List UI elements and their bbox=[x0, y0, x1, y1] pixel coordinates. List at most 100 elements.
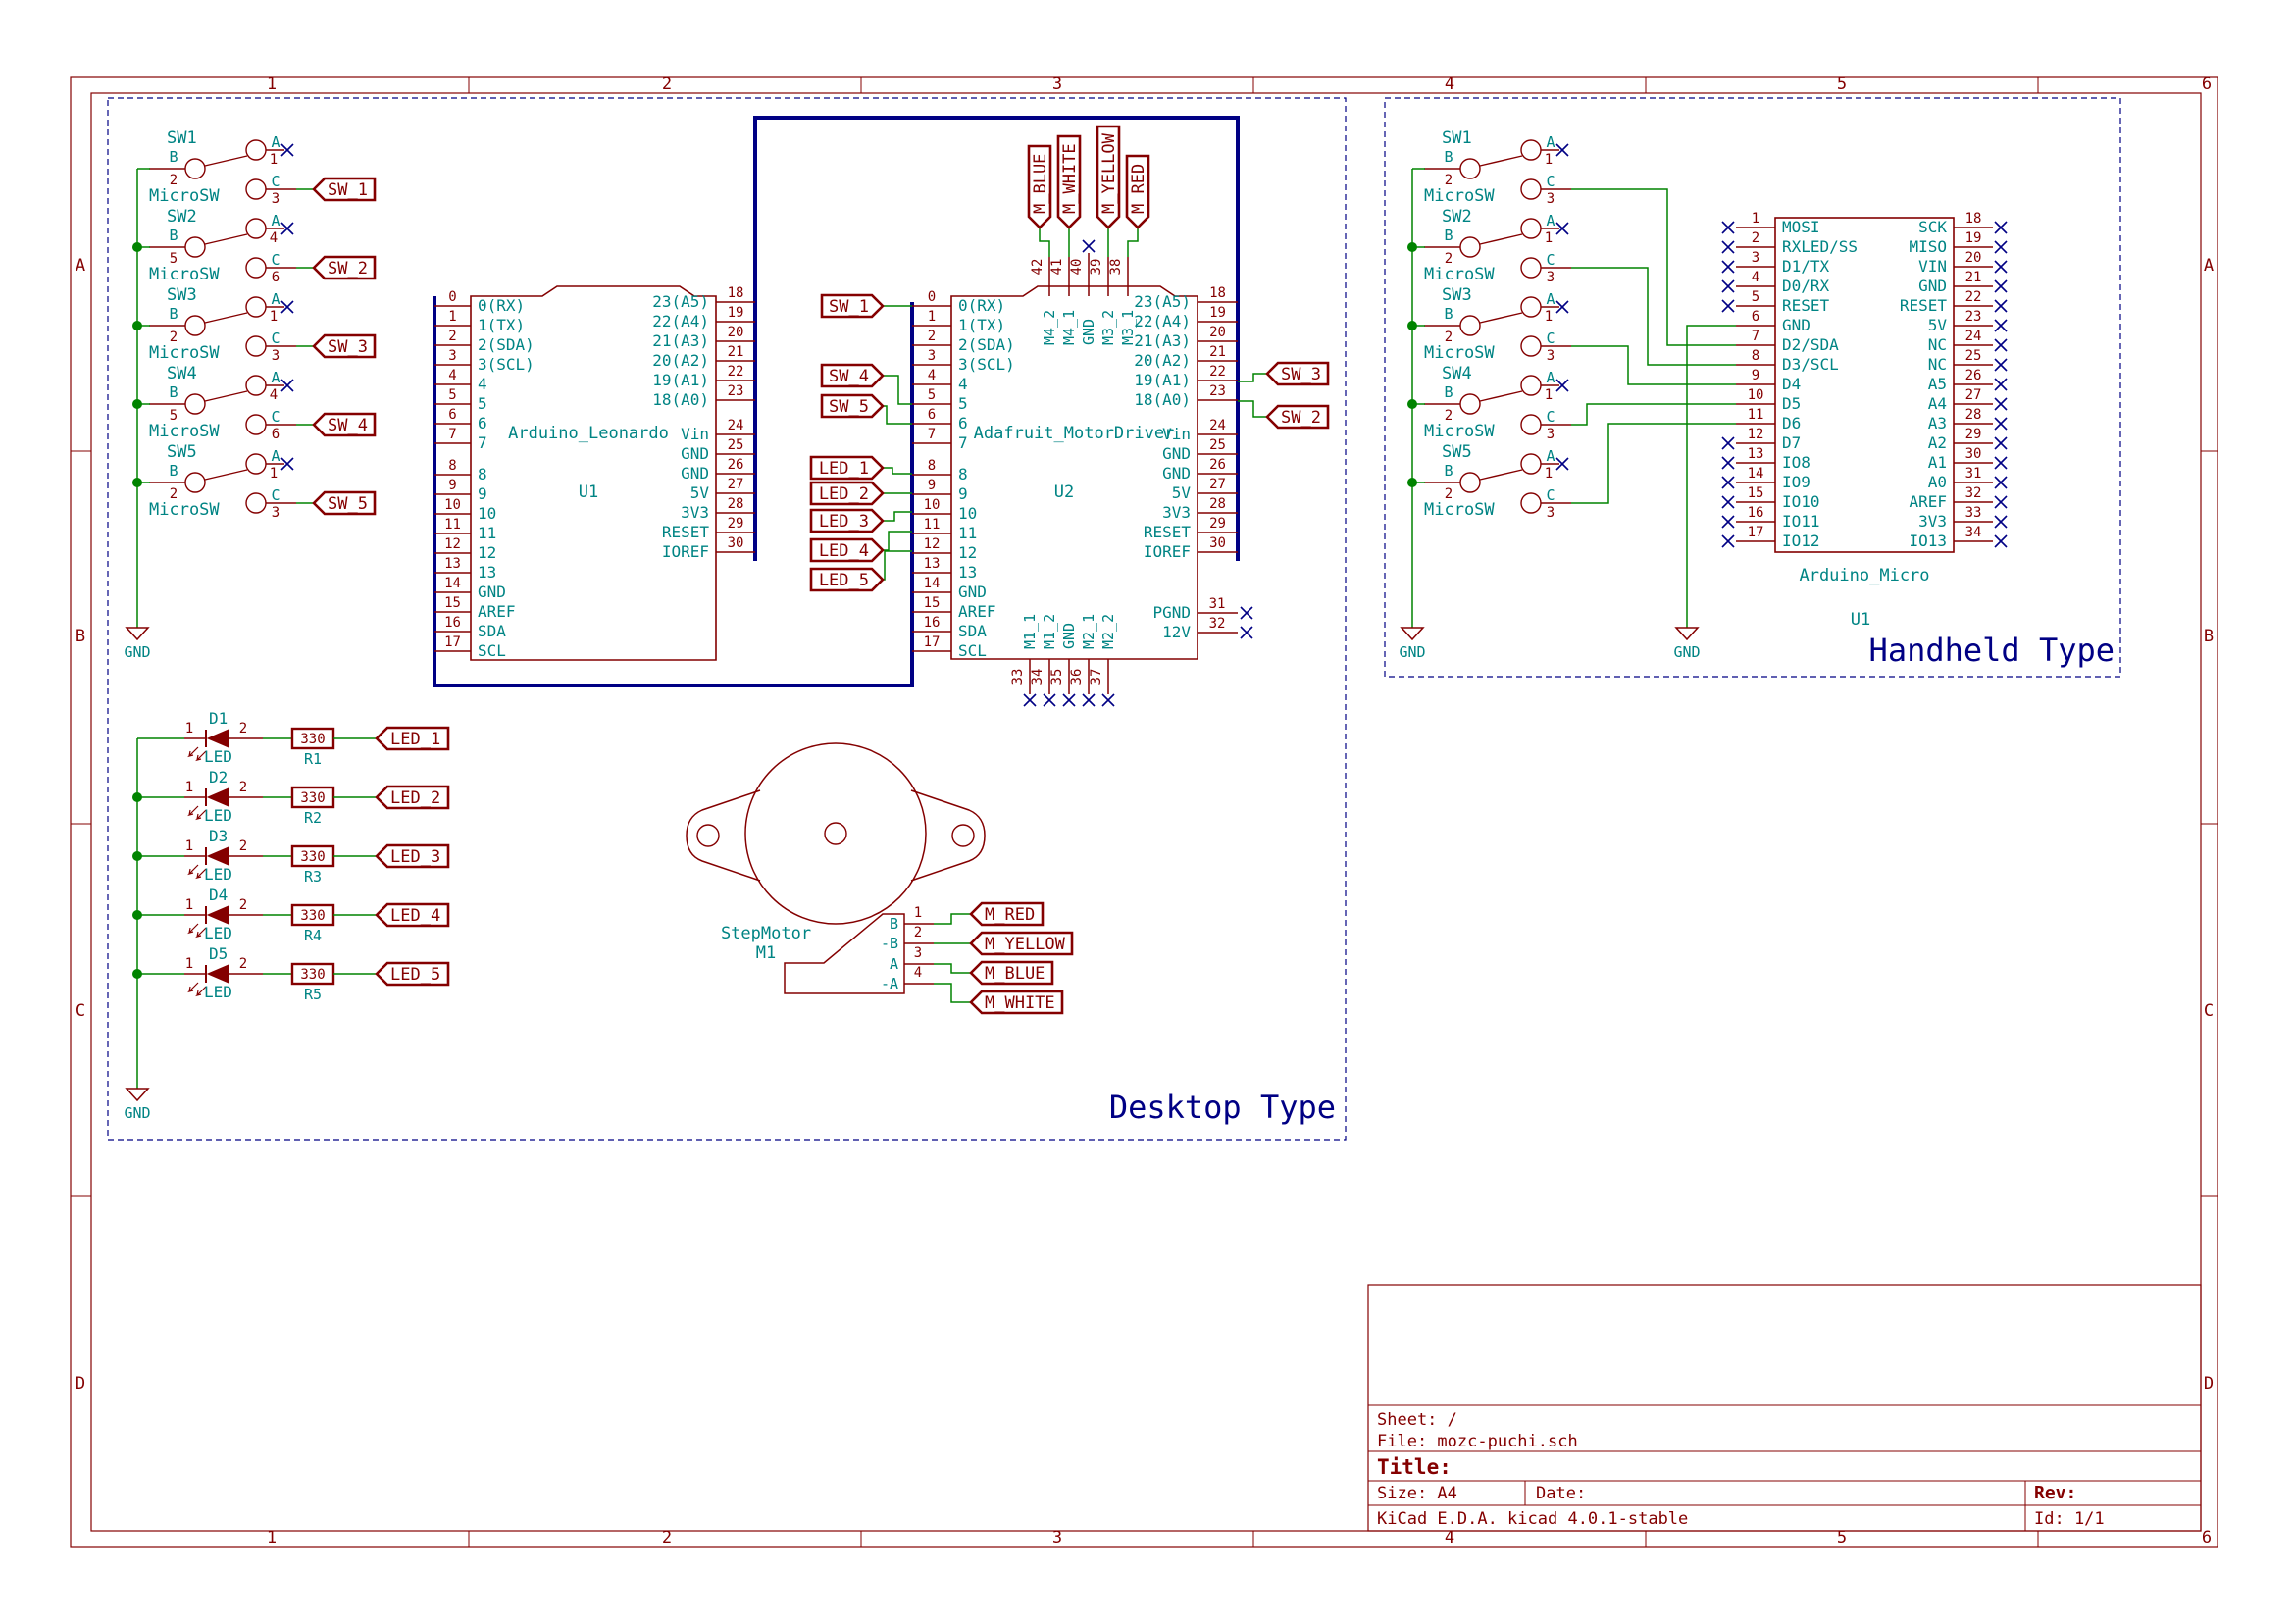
switch-pin-a-circle[interactable] bbox=[246, 219, 266, 238]
global-label-SW_4[interactable]: SW_4 bbox=[314, 414, 375, 435]
gnd-symbol[interactable]: GND bbox=[1399, 628, 1425, 661]
global-label-M_RED[interactable]: M_RED bbox=[971, 903, 1043, 925]
component-Arduino_Micro[interactable]: Arduino_MicroU11MOSI2RXLED/SS3D1/TX4D0/R… bbox=[1736, 211, 1993, 630]
switch-lever[interactable] bbox=[1480, 156, 1522, 166]
global-label-SW_1[interactable]: SW_1 bbox=[314, 178, 375, 200]
switch-pin-c-circle[interactable] bbox=[1521, 336, 1541, 356]
switch-pin-a-circle[interactable] bbox=[1521, 454, 1541, 474]
switch-pin-a-circle[interactable] bbox=[1521, 297, 1541, 317]
switch-lever[interactable] bbox=[1480, 313, 1522, 323]
global-label-M_WHITE[interactable]: M_WHITE bbox=[971, 991, 1062, 1013]
switch-pin-a-circle[interactable] bbox=[246, 376, 266, 395]
switch-SW5[interactable]: SW5MicroSWB2A1C3 bbox=[1412, 442, 1571, 521]
wire[interactable] bbox=[1571, 404, 1736, 425]
global-label-SW_4[interactable]: SW_4 bbox=[822, 365, 883, 386]
wire[interactable] bbox=[1238, 374, 1267, 381]
switch-pin-a-circle[interactable] bbox=[246, 140, 266, 160]
component-StepMotor[interactable]: StepMotorM11B2-B3A4-A bbox=[687, 743, 985, 993]
led-triangle[interactable] bbox=[208, 730, 229, 747]
switch-pin-b-circle[interactable] bbox=[1460, 159, 1480, 178]
switch-SW5[interactable]: SW5MicroSWB2A1C3 bbox=[137, 442, 314, 521]
wire[interactable] bbox=[1040, 228, 1049, 257]
global-label-SW_5[interactable]: SW_5 bbox=[822, 395, 883, 417]
global-label-LED_3[interactable]: LED_3 bbox=[811, 510, 883, 532]
global-label-SW_2[interactable]: SW_2 bbox=[314, 257, 375, 279]
switch-pin-a-circle[interactable] bbox=[246, 297, 266, 317]
global-label-M_BLUE[interactable]: M_BLUE bbox=[971, 962, 1052, 984]
switch-lever[interactable] bbox=[205, 313, 247, 323]
switch-SW2[interactable]: SW2MicroSWB5A4C6 bbox=[137, 207, 314, 285]
gnd-symbol[interactable]: GND bbox=[1673, 628, 1700, 661]
switch-lever[interactable] bbox=[205, 391, 247, 401]
switch-pin-c-circle[interactable] bbox=[246, 258, 266, 278]
switch-lever[interactable] bbox=[205, 470, 247, 480]
component-Arduino_Leonardo[interactable]: Arduino_LeonardoU100(RX)11(TX)22(SDA)33(… bbox=[434, 285, 755, 660]
switch-pin-c-circle[interactable] bbox=[246, 179, 266, 199]
switch-pin-a-circle[interactable] bbox=[1521, 219, 1541, 238]
switch-pin-c-circle[interactable] bbox=[1521, 493, 1541, 513]
switch-pin-a-circle[interactable] bbox=[1521, 376, 1541, 395]
wire[interactable] bbox=[883, 532, 912, 550]
global-label-M_RED[interactable]: M_RED bbox=[1127, 156, 1148, 228]
switch-SW1[interactable]: SW1MicroSWB2A1C3 bbox=[137, 128, 314, 207]
switch-lever[interactable] bbox=[205, 156, 247, 166]
global-label-LED_2[interactable]: LED_2 bbox=[377, 787, 448, 808]
global-label-SW_2[interactable]: SW_2 bbox=[1267, 406, 1328, 428]
switch-SW3[interactable]: SW3MicroSWB2A1C3 bbox=[137, 285, 314, 364]
gnd-symbol[interactable]: GND bbox=[124, 1089, 150, 1122]
led-triangle[interactable] bbox=[208, 788, 229, 806]
switch-pin-c-circle[interactable] bbox=[1521, 179, 1541, 199]
switch-SW3[interactable]: SW3MicroSWB2A1C3 bbox=[1412, 285, 1571, 364]
wire[interactable] bbox=[934, 964, 971, 973]
led-row-D5[interactable]: 12D5LED330R5 bbox=[137, 944, 377, 1003]
switch-pin-c-circle[interactable] bbox=[1521, 415, 1541, 434]
switch-lever[interactable] bbox=[1480, 391, 1522, 401]
switch-pin-b-circle[interactable] bbox=[1460, 394, 1480, 414]
switch-pin-b-circle[interactable] bbox=[185, 159, 205, 178]
led-row-D2[interactable]: 12D2LED330R2 bbox=[137, 768, 377, 827]
global-label-LED_1[interactable]: LED_1 bbox=[377, 728, 448, 749]
switch-pin-a-circle[interactable] bbox=[1521, 140, 1541, 160]
global-label-LED_2[interactable]: LED_2 bbox=[811, 482, 883, 504]
global-label-LED_5[interactable]: LED_5 bbox=[377, 963, 448, 985]
wire[interactable] bbox=[1128, 228, 1138, 257]
global-label-M_YELLOW[interactable]: M_YELLOW bbox=[1097, 127, 1119, 228]
global-label-LED_4[interactable]: LED_4 bbox=[811, 539, 883, 561]
switch-pin-b-circle[interactable] bbox=[1460, 473, 1480, 492]
switch-pin-b-circle[interactable] bbox=[1460, 237, 1480, 257]
global-label-SW_1[interactable]: SW_1 bbox=[822, 295, 883, 317]
switch-pin-c-circle[interactable] bbox=[246, 493, 266, 513]
wire[interactable] bbox=[883, 512, 912, 521]
motor-body-circle[interactable] bbox=[745, 743, 926, 924]
component-Adafruit_MotorDriver[interactable]: Adafruit_MotorDriverU200(RX)11(TX)22(SDA… bbox=[912, 253, 1238, 694]
switch-pin-b-circle[interactable] bbox=[185, 394, 205, 414]
global-label-LED_4[interactable]: LED_4 bbox=[377, 904, 448, 926]
led-row-D3[interactable]: 12D3LED330R3 bbox=[137, 827, 377, 886]
led-triangle[interactable] bbox=[208, 965, 229, 983]
global-label-LED_3[interactable]: LED_3 bbox=[377, 845, 448, 867]
switch-pin-c-circle[interactable] bbox=[246, 336, 266, 356]
switch-pin-b-circle[interactable] bbox=[185, 237, 205, 257]
global-label-SW_3[interactable]: SW_3 bbox=[1267, 363, 1328, 384]
global-label-M_BLUE[interactable]: M_BLUE bbox=[1029, 146, 1050, 228]
wire[interactable] bbox=[1571, 424, 1736, 503]
global-label-LED_5[interactable]: LED_5 bbox=[811, 569, 883, 590]
switch-pin-b-circle[interactable] bbox=[185, 316, 205, 335]
wire[interactable] bbox=[934, 914, 971, 924]
switch-pin-a-circle[interactable] bbox=[246, 454, 266, 474]
switch-pin-b-circle[interactable] bbox=[185, 473, 205, 492]
wire[interactable] bbox=[1238, 401, 1267, 417]
switch-SW2[interactable]: SW2MicroSWB2A1C3 bbox=[1412, 207, 1571, 285]
led-triangle[interactable] bbox=[208, 906, 229, 924]
switch-pin-c-circle[interactable] bbox=[1521, 258, 1541, 278]
global-label-LED_1[interactable]: LED_1 bbox=[811, 457, 883, 479]
switch-lever[interactable] bbox=[1480, 470, 1522, 480]
switch-pin-b-circle[interactable] bbox=[1460, 316, 1480, 335]
wire[interactable] bbox=[883, 406, 912, 424]
led-triangle[interactable] bbox=[208, 847, 229, 865]
led-row-D4[interactable]: 12D4LED330R4 bbox=[137, 886, 377, 944]
switch-pin-c-circle[interactable] bbox=[246, 415, 266, 434]
global-label-M_YELLOW[interactable]: M_YELLOW bbox=[971, 933, 1072, 954]
switch-SW1[interactable]: SW1MicroSWB2A1C3 bbox=[1412, 128, 1571, 207]
global-label-SW_5[interactable]: SW_5 bbox=[314, 492, 375, 514]
